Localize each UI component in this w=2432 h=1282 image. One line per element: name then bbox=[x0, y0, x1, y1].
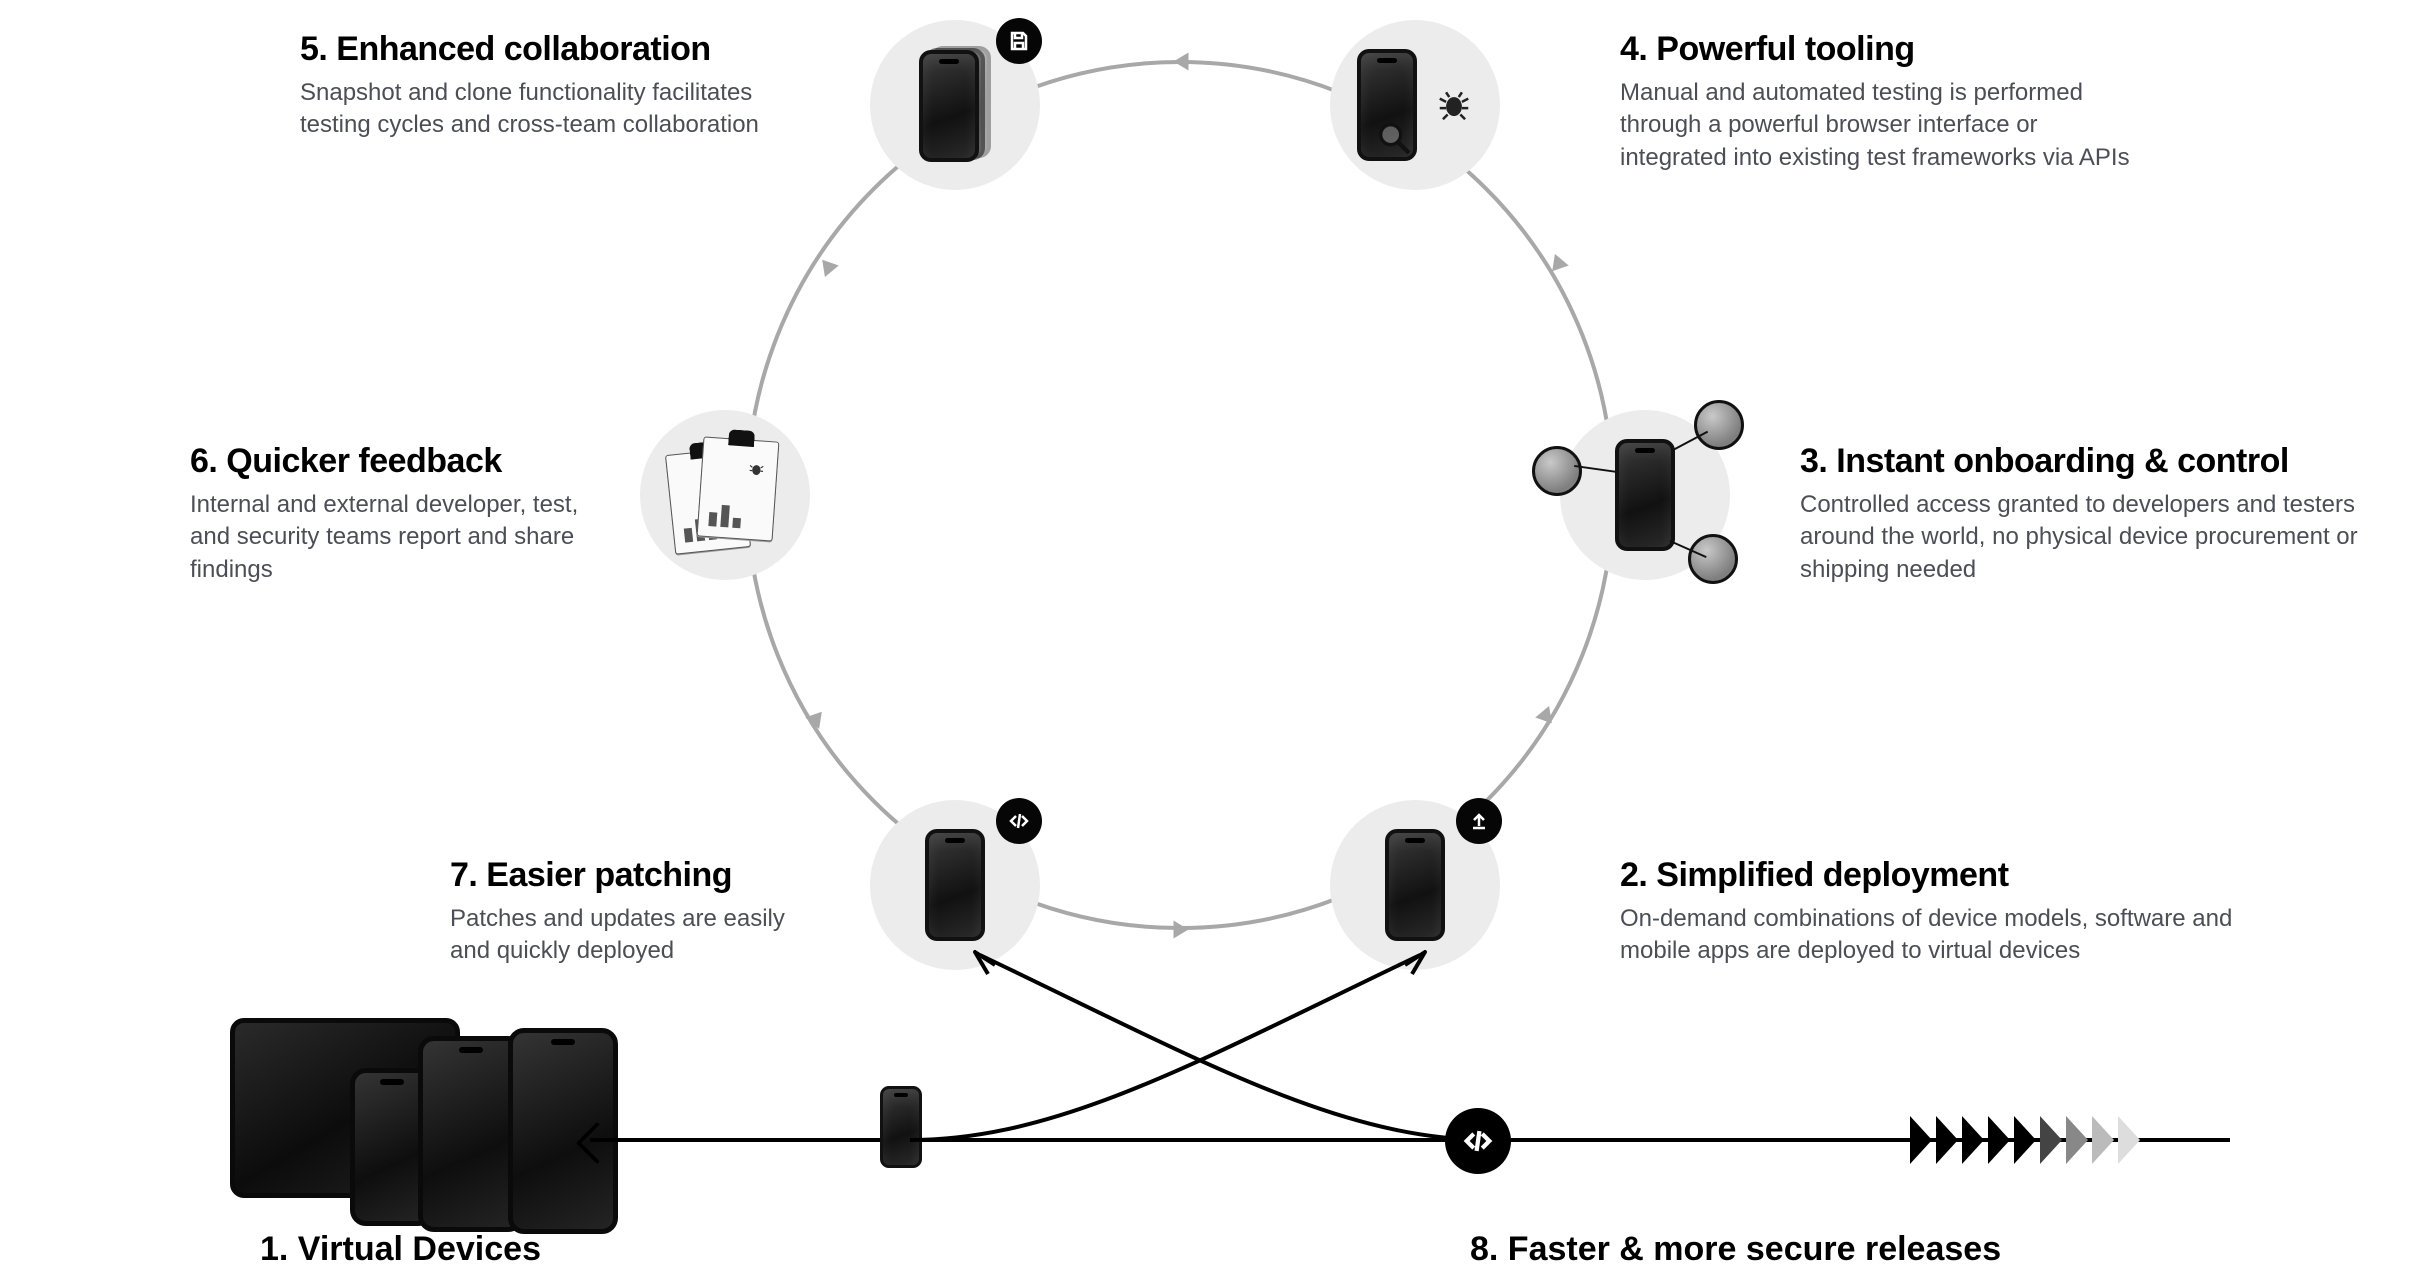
avatar-icon bbox=[1688, 534, 1738, 584]
step-2-desc: On-demand combinations of device models,… bbox=[1620, 903, 2260, 968]
phone-icon bbox=[925, 829, 985, 941]
phone-icon bbox=[1385, 829, 1445, 941]
magnifier-icon bbox=[1374, 118, 1414, 158]
code-badge-icon bbox=[996, 798, 1042, 844]
step-4-title: 4. Powerful tooling bbox=[1620, 30, 2140, 69]
node-instant-onboarding bbox=[1560, 410, 1730, 580]
step-3-title: 3. Instant onboarding & control bbox=[1800, 442, 2360, 481]
step-6: 6. Quicker feedback Internal and externa… bbox=[190, 442, 610, 586]
avatar-icon bbox=[1694, 400, 1744, 450]
step-3: 3. Instant onboarding & control Controll… bbox=[1800, 442, 2360, 586]
node-powerful-tooling bbox=[1330, 20, 1500, 190]
ring-arrow-icon bbox=[1174, 921, 1189, 939]
save-badge-icon bbox=[996, 18, 1042, 64]
step-4: 4. Powerful tooling Manual and automated… bbox=[1620, 30, 2140, 174]
node-quicker-feedback bbox=[640, 410, 810, 580]
node-enhanced-collaboration bbox=[870, 20, 1040, 190]
ring-arrow-icon bbox=[1174, 53, 1189, 71]
step-2-title: 2. Simplified deployment bbox=[1620, 856, 2260, 895]
flow-chevrons-icon bbox=[1910, 1116, 2140, 1164]
bug-icon bbox=[1435, 86, 1473, 124]
swoop-to-node-7 bbox=[940, 940, 1500, 1150]
step-7-title: 7. Easier patching bbox=[450, 856, 820, 895]
phone-clone-icon bbox=[919, 50, 991, 160]
step-4-desc: Manual and automated testing is performe… bbox=[1620, 77, 2140, 174]
step-6-desc: Internal and external developer, test, a… bbox=[190, 489, 610, 586]
step-7: 7. Easier patching Patches and updates a… bbox=[450, 856, 820, 968]
step-6-title: 6. Quicker feedback bbox=[190, 442, 610, 481]
step-2: 2. Simplified deployment On-demand combi… bbox=[1620, 856, 2260, 968]
flow-code-icon bbox=[1445, 1108, 1511, 1174]
avatar-icon bbox=[1532, 446, 1582, 496]
virtual-devices-cluster bbox=[230, 1018, 610, 1238]
reports-icon bbox=[670, 435, 780, 555]
upload-badge-icon bbox=[1456, 798, 1502, 844]
step-7-desc: Patches and updates are easily and quick… bbox=[450, 903, 820, 968]
phone-icon bbox=[1615, 439, 1675, 551]
step-5-desc: Snapshot and clone functionality facilit… bbox=[300, 77, 820, 142]
step-8-title: 8. Faster & more secure releases bbox=[1470, 1230, 2001, 1269]
step-5-title: 5. Enhanced collaboration bbox=[300, 30, 820, 69]
step-3-desc: Controlled access granted to developers … bbox=[1800, 489, 2360, 586]
step-5: 5. Enhanced collaboration Snapshot and c… bbox=[300, 30, 820, 142]
diagram-stage: 5. Enhanced collaboration Snapshot and c… bbox=[0, 0, 2432, 1282]
